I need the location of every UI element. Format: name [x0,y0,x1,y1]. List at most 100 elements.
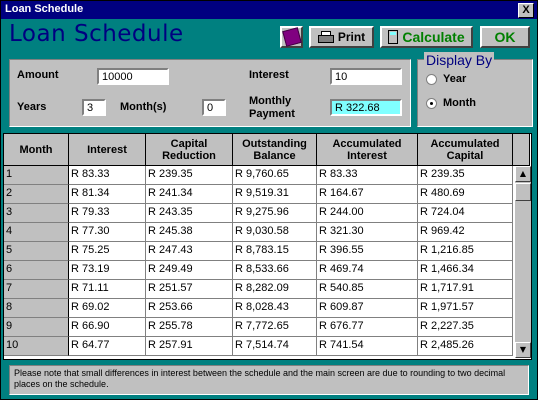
window-title: Loan Schedule [5,3,84,15]
table-row[interactable]: 5R 75.25 R 247.43 R 8,783.15 R 396.55 R 1,21… [4,242,513,261]
table-row[interactable]: 10 R 64.77 R 257.91 R 7,514.74 R 741.54 R 2,4… [4,337,513,356]
table-row[interactable]: 6R 73.19 R 249.49 R 8,533.66 R 469.74 R 1,46… [4,261,513,280]
cell-accumulated-capital[interactable]: R 1,971.57 [418,299,513,318]
cell-month[interactable]: 6 [4,261,69,280]
cell-month[interactable]: 8 [4,299,69,318]
schedule-table[interactable]: Month Interest Capital Reduction Outstand… [3,133,532,360]
close-button[interactable]: X [518,3,534,18]
cell-month[interactable]: 4 [4,223,69,242]
cell-accumulated-capital[interactable]: R 1,466.34 [418,261,513,280]
cell-month[interactable]: 1 [4,166,69,185]
printer-icon [317,31,334,43]
cell-outstanding-balance[interactable]: R 7,772.65 [233,318,317,337]
cell-capital-reduction[interactable]: R 245.38 [146,223,233,242]
cell-accumulated-capital[interactable]: R 969.42 [418,223,513,242]
table-row[interactable]: 4R 77.30 R 245.38 R 9,030.58 R 321.30 R 969.… [4,223,513,242]
header-month: Month [4,134,69,166]
cell-accumulated-capital[interactable]: R 1,216.85 [418,242,513,261]
scroll-up-arrow-icon[interactable]: ▲ [515,166,531,182]
cell-capital-reduction[interactable]: R 243.35 [146,204,233,223]
interest-field[interactable]: 10 [330,68,402,85]
cell-accumulated-interest[interactable]: R 244.00 [317,204,418,223]
ok-button[interactable]: OK [480,26,530,48]
cell-month[interactable]: 5 [4,242,69,261]
cell-accumulated-capital[interactable]: R 724.04 [418,204,513,223]
cell-outstanding-balance[interactable]: R 7,514.74 [233,337,317,356]
cell-accumulated-interest[interactable]: R 83.33 [317,166,418,185]
cell-interest[interactable]: R 66.90 [69,318,146,337]
table-row[interactable]: 3R 79.33 R 243.35 R 9,275.96 R 244.00 R 724.… [4,204,513,223]
cell-accumulated-interest[interactable]: R 609.87 [317,299,418,318]
cell-month[interactable]: 3 [4,204,69,223]
loan-schedule-window: Loan Schedule X Loan Schedule Print Calc… [0,0,538,400]
cell-interest[interactable]: R 71.11 [69,280,146,299]
cell-capital-reduction[interactable]: R 249.49 [146,261,233,280]
years-field[interactable]: 3 [82,99,106,116]
title-bar[interactable]: Loan Schedule X [1,1,537,19]
cell-interest[interactable]: R 79.33 [69,204,146,223]
table-row[interactable]: 8R 69.02 R 253.66 R 8,028.43 R 609.87 R 1,97… [4,299,513,318]
cell-accumulated-interest[interactable]: R 164.67 [317,185,418,204]
cell-interest[interactable]: R 64.77 [69,337,146,356]
cell-month[interactable]: 9 [4,318,69,337]
table-header-row: Month Interest Capital Reduction Outstand… [4,134,530,166]
book-button[interactable] [280,26,303,48]
cell-capital-reduction[interactable]: R 253.66 [146,299,233,318]
cell-accumulated-interest[interactable]: R 540.85 [317,280,418,299]
radio-year-indicator[interactable] [426,73,437,85]
cell-interest[interactable]: R 69.02 [69,299,146,318]
cell-capital-reduction[interactable]: R 255.78 [146,318,233,337]
cell-accumulated-interest[interactable]: R 396.55 [317,242,418,261]
cell-outstanding-balance[interactable]: R 8,028.43 [233,299,317,318]
years-label: Years [17,101,47,113]
interest-label: Interest [249,69,289,81]
cell-capital-reduction[interactable]: R 241.34 [146,185,233,204]
cell-accumulated-capital[interactable]: R 1,717.91 [418,280,513,299]
cell-accumulated-interest[interactable]: R 321.30 [317,223,418,242]
cell-month[interactable]: 2 [4,185,69,204]
cell-interest[interactable]: R 75.25 [69,242,146,261]
cell-outstanding-balance[interactable]: R 9,030.58 [233,223,317,242]
scroll-down-arrow-icon[interactable]: ▼ [515,342,531,358]
table-row[interactable]: 7R 71.11 R 251.57 R 8,282.09 R 540.85 R 1,71… [4,280,513,299]
cell-accumulated-interest[interactable]: R 676.77 [317,318,418,337]
cell-capital-reduction[interactable]: R 251.57 [146,280,233,299]
cell-interest[interactable]: R 73.19 [69,261,146,280]
cell-outstanding-balance[interactable]: R 9,519.31 [233,185,317,204]
cell-outstanding-balance[interactable]: R 9,760.65 [233,166,317,185]
months-field[interactable]: 0 [202,99,226,116]
cell-interest[interactable]: R 83.33 [69,166,146,185]
table-row[interactable]: 9R 66.90 R 255.78 R 7,772.65 R 676.77 R 2,22… [4,318,513,337]
print-button[interactable]: Print [309,26,374,48]
table-row[interactable]: 1R 83.33 R 239.35 R 9,760.65 R 83.33 R 239.3… [4,166,513,185]
cell-accumulated-interest[interactable]: R 741.54 [317,337,418,356]
cell-outstanding-balance[interactable]: R 8,533.66 [233,261,317,280]
cell-accumulated-interest[interactable]: R 469.74 [317,261,418,280]
amount-field[interactable]: 10000 [97,68,169,85]
cell-interest[interactable]: R 77.30 [69,223,146,242]
header-spacer [513,134,530,166]
display-by-legend: Display By [424,52,495,68]
cell-outstanding-balance[interactable]: R 9,275.96 [233,204,317,223]
vertical-scrollbar[interactable]: ▲ ▼ [515,166,531,358]
radio-month-indicator[interactable] [426,97,437,109]
cell-capital-reduction[interactable]: R 239.35 [146,166,233,185]
cell-accumulated-capital[interactable]: R 480.69 [418,185,513,204]
header-accumulated-capital: Accumulated Capital [418,134,513,166]
cell-outstanding-balance[interactable]: R 8,783.15 [233,242,317,261]
cell-outstanding-balance[interactable]: R 8,282.09 [233,280,317,299]
table-row[interactable]: 2R 81.34 R 241.34 R 9,519.31 R 164.67 R 480.… [4,185,513,204]
cell-accumulated-capital[interactable]: R 2,227.35 [418,318,513,337]
cell-month[interactable]: 10 [4,337,69,356]
cell-month[interactable]: 7 [4,280,69,299]
radio-month[interactable]: Month [426,97,476,109]
cell-accumulated-capital[interactable]: R 239.35 [418,166,513,185]
cell-capital-reduction[interactable]: R 247.43 [146,242,233,261]
radio-year[interactable]: Year [426,73,466,85]
amount-label: Amount [17,69,59,81]
cell-interest[interactable]: R 81.34 [69,185,146,204]
cell-capital-reduction[interactable]: R 257.91 [146,337,233,356]
calculate-button[interactable]: Calculate [380,26,473,48]
scroll-thumb[interactable] [515,183,531,201]
cell-accumulated-capital[interactable]: R 2,485.26 [418,337,513,356]
